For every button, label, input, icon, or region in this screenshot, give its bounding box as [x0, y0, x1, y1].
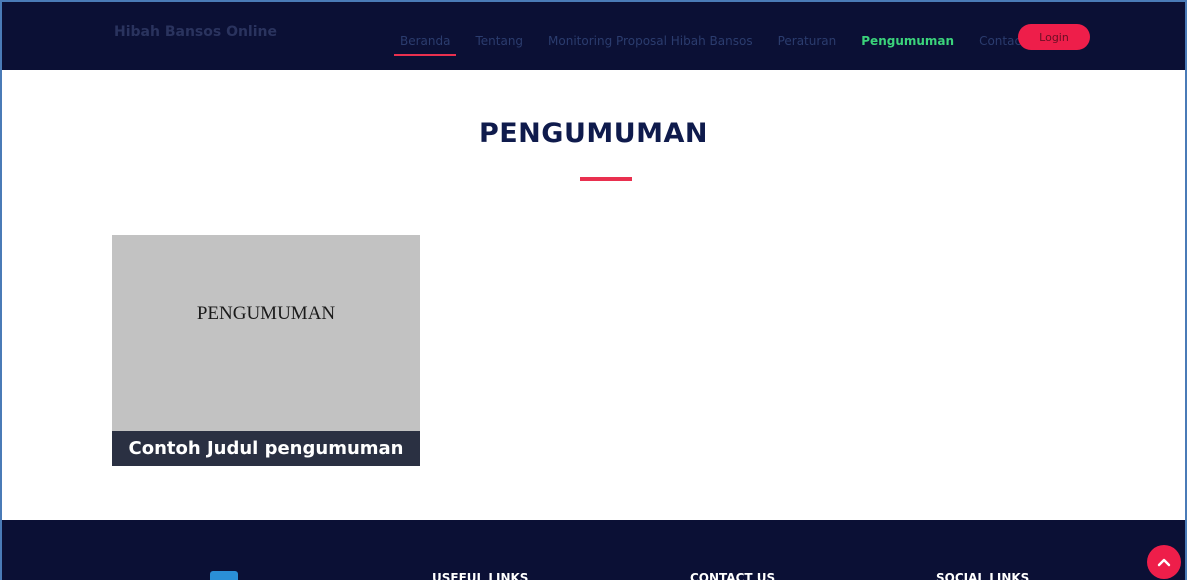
nav-pengumuman[interactable]: Pengumuman: [855, 34, 960, 48]
footer-heading-contact-us: CONTACT US: [690, 571, 776, 580]
chevron-up-icon: [1157, 558, 1171, 567]
nav-monitoring[interactable]: Monitoring Proposal Hibah Bansos: [542, 34, 759, 48]
nav-beranda[interactable]: Beranda: [394, 34, 457, 56]
card-image-text: PENGUMUMAN: [196, 303, 336, 324]
footer-heading-social-links: SOCIAL LINKS: [936, 571, 1030, 580]
login-button[interactable]: Login: [1018, 24, 1090, 50]
main-nav: Beranda Tentang Monitoring Proposal Hiba…: [394, 29, 1045, 56]
announcement-card[interactable]: PENGUMUMAN Contoh Judul pengumuman: [112, 235, 420, 466]
nav-tentang[interactable]: Tentang: [469, 34, 529, 48]
title-underline: [580, 177, 632, 181]
footer-heading-useful-links: USEFUL LINKS: [432, 571, 529, 580]
back-to-top-button[interactable]: [1147, 545, 1181, 579]
footer-logo: [210, 571, 238, 580]
footer: USEFUL LINKS CONTACT US SOCIAL LINKS: [2, 520, 1185, 580]
card-caption[interactable]: Contoh Judul pengumuman: [112, 431, 420, 466]
brand-title[interactable]: Hibah Bansos Online: [114, 24, 277, 40]
nav-peraturan[interactable]: Peraturan: [772, 34, 843, 48]
page-title: PENGUMUMAN: [478, 118, 709, 149]
